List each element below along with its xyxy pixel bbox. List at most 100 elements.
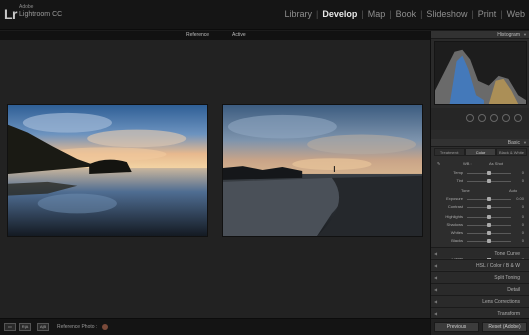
- eyedropper-icon[interactable]: ✎: [437, 161, 440, 166]
- slider-exposure[interactable]: Exposure 0.00: [437, 196, 524, 203]
- product-name: Lightroom CC: [19, 11, 63, 18]
- adjustment-brush-icon[interactable]: [514, 114, 522, 122]
- slider-knob[interactable]: [487, 197, 491, 201]
- wb-label: WB :: [463, 161, 472, 166]
- slider-knob[interactable]: [487, 205, 491, 209]
- auto-tone-button[interactable]: Auto: [509, 188, 517, 193]
- vendor-name: Adobe: [19, 4, 34, 10]
- panel-transform[interactable]: ◀ Transform: [431, 307, 529, 318]
- spot-removal-icon[interactable]: [478, 114, 486, 122]
- wb-select[interactable]: As Shot: [489, 161, 503, 166]
- slider-contrast[interactable]: Contrast 0: [437, 204, 524, 211]
- module-develop[interactable]: Develop: [318, 9, 361, 19]
- slider-value[interactable]: 0: [514, 238, 524, 243]
- slider-label: Tint: [456, 178, 463, 183]
- slider-label: Temp: [453, 170, 463, 175]
- histogram-title: Histogram: [497, 32, 520, 38]
- module-picker: Library | Develop | Map | Book | Slidesh…: [280, 9, 529, 19]
- slider-highlights[interactable]: Highlights 0: [437, 214, 524, 221]
- module-book[interactable]: Book: [392, 9, 421, 19]
- photo-canvas: [0, 40, 430, 318]
- histogram-graph: [435, 49, 526, 104]
- crop-icon[interactable]: [466, 114, 474, 122]
- slider-label: Contrast: [447, 204, 463, 209]
- graduated-filter-icon[interactable]: [502, 114, 510, 122]
- slider-value[interactable]: 0: [514, 178, 524, 183]
- slider-label: Whites: [450, 230, 463, 235]
- histogram: [434, 41, 527, 105]
- basic-title: Basic: [507, 140, 520, 146]
- panel-hsl[interactable]: ◀ HSL / Color / B & W: [431, 259, 529, 270]
- slider-temp[interactable]: Temp 0: [437, 170, 524, 177]
- slider-knob[interactable]: [487, 215, 491, 219]
- slider-knob[interactable]: [487, 171, 491, 175]
- treatment-selector: Treatment: Color Black & White: [434, 148, 527, 156]
- slider-value[interactable]: 0: [514, 214, 524, 219]
- top-bar: Lr Adobe Lightroom CC Library | Develop …: [0, 0, 529, 30]
- right-panel: Histogram ▼ Basic ▼ Treatment: Color Bla…: [430, 31, 529, 335]
- slider-knob[interactable]: [487, 179, 491, 183]
- app-brand: Adobe Lightroom CC: [19, 4, 63, 19]
- toolbar-bottom: ▭ R|A A|B Reference Photo :: [0, 318, 430, 335]
- treatment-bw[interactable]: Black & White: [496, 148, 527, 156]
- module-print[interactable]: Print: [474, 9, 501, 19]
- reference-view-button[interactable]: R|A: [19, 323, 31, 331]
- slider-knob[interactable]: [487, 239, 491, 243]
- histogram-header[interactable]: Histogram ▼: [431, 31, 529, 39]
- slider-tint[interactable]: Tint 0: [437, 178, 524, 185]
- panel-footer: Previous Reset (Adobe): [431, 318, 529, 335]
- expand-triangle-icon: ◀: [434, 251, 438, 256]
- panel-title: Transform: [497, 311, 520, 317]
- slider-value[interactable]: 0.00: [514, 196, 524, 201]
- active-label: Active: [232, 32, 246, 38]
- expand-triangle-icon: ◀: [434, 263, 438, 268]
- panel-title: Split Toning: [494, 275, 520, 281]
- panel-title: Tone Curve: [494, 251, 520, 257]
- loupe-view-button[interactable]: ▭: [4, 323, 16, 331]
- expand-triangle-icon: ◀: [434, 299, 438, 304]
- treatment-color[interactable]: Color: [465, 148, 496, 156]
- slider-shadows[interactable]: Shadows 0: [437, 222, 524, 229]
- slider-label: Exposure: [446, 196, 463, 201]
- module-map[interactable]: Map: [364, 9, 390, 19]
- active-photo-image: [223, 105, 422, 236]
- slider-whites[interactable]: Whites 0: [437, 230, 524, 237]
- reference-photo-label: Reference Photo :: [57, 324, 98, 330]
- slider-value[interactable]: 0: [514, 204, 524, 209]
- slider-label: Blacks: [451, 238, 463, 243]
- panel-detail[interactable]: ◀ Detail: [431, 283, 529, 294]
- reset-button[interactable]: Reset (Adobe): [482, 322, 527, 332]
- active-photo[interactable]: [222, 104, 423, 237]
- collapse-triangle-icon: ▼: [523, 140, 527, 145]
- panel-tone-curve[interactable]: ◀ Tone Curve: [431, 247, 529, 258]
- expand-triangle-icon: ◀: [434, 311, 438, 316]
- panel-title: Detail: [507, 287, 520, 293]
- module-web[interactable]: Web: [503, 9, 529, 19]
- panel-lens-corrections[interactable]: ◀ Lens Corrections: [431, 295, 529, 306]
- slider-blacks[interactable]: Blacks 0: [437, 238, 524, 245]
- module-library[interactable]: Library: [280, 9, 316, 19]
- reference-photo[interactable]: [7, 104, 208, 237]
- panel-split-toning[interactable]: ◀ Split Toning: [431, 271, 529, 282]
- reference-thumbnail[interactable]: [102, 324, 108, 330]
- collapse-triangle-icon: ▼: [523, 32, 527, 37]
- expand-triangle-icon: ◀: [434, 287, 438, 292]
- slider-value[interactable]: 0: [514, 222, 524, 227]
- panel-title: HSL / Color / B & W: [476, 263, 520, 269]
- basic-header[interactable]: Basic ▼: [431, 139, 529, 147]
- treatment-label: Treatment:: [434, 148, 465, 156]
- reference-photo-image: [8, 105, 207, 236]
- reference-label: Reference: [186, 32, 210, 38]
- tool-strip: [431, 108, 529, 130]
- red-eye-icon[interactable]: [490, 114, 498, 122]
- slider-knob[interactable]: [487, 223, 491, 227]
- compare-view-button[interactable]: A|B: [37, 323, 49, 331]
- slider-value[interactable]: 0: [514, 170, 524, 175]
- module-slideshow[interactable]: Slideshow: [422, 9, 471, 19]
- panel-title: Lens Corrections: [482, 299, 520, 305]
- previous-button[interactable]: Previous: [434, 322, 479, 332]
- app-logo: Lr: [4, 6, 18, 22]
- compare-view: Reference Active: [0, 31, 430, 318]
- slider-value[interactable]: 0: [514, 230, 524, 235]
- slider-knob[interactable]: [487, 231, 491, 235]
